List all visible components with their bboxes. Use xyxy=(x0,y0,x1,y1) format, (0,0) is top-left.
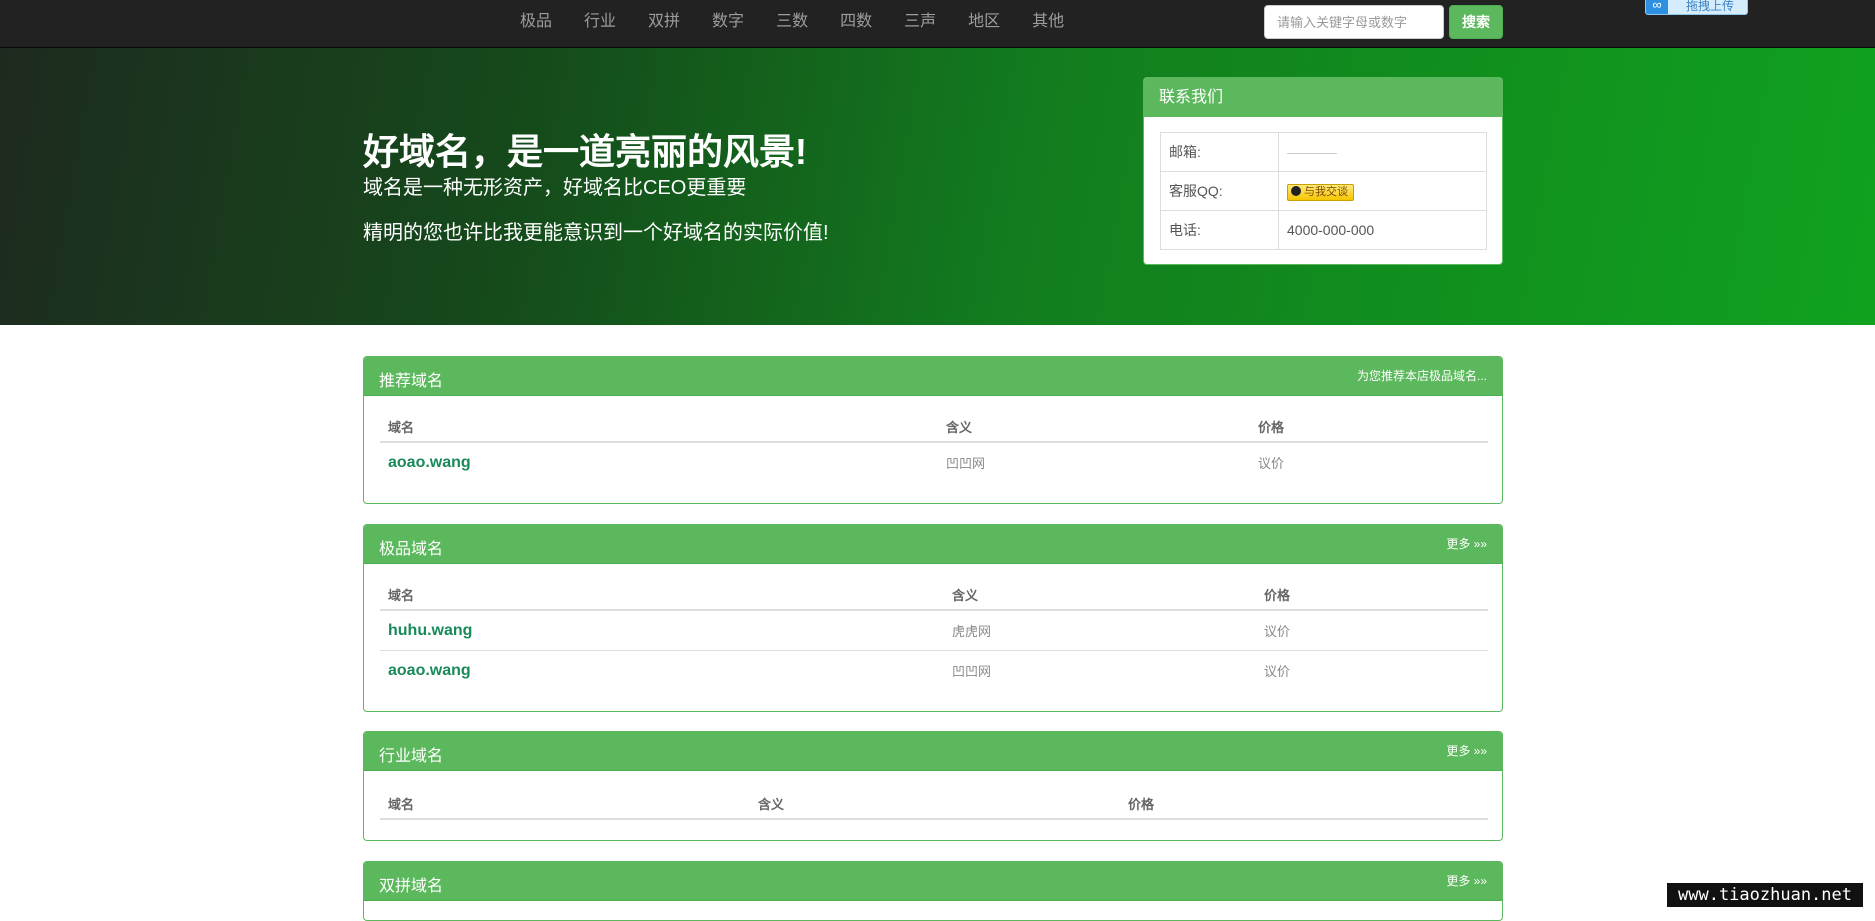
infinity-icon: ∞ xyxy=(1646,0,1668,14)
meaning-cell: 凹凹网 xyxy=(952,664,992,679)
table-row: huhu.wang 虎虎网 议价 xyxy=(380,610,1488,651)
nav-link-sishu[interactable]: 四数 xyxy=(824,0,888,47)
domain-table: 域名 含义 价格 huhu.wang 虎虎网 议价 aoao.wang 凹凹网 … xyxy=(380,579,1488,690)
table-row: aoao.wang 凹凹网 议价 xyxy=(380,651,1488,691)
qq-label: 客服QQ: xyxy=(1160,171,1279,211)
domain-table: 域名 含义 价格 xyxy=(380,788,1488,820)
email-value[interactable] xyxy=(1278,132,1487,172)
double-pinyin-domains-panel: 双拼域名 更多 »» xyxy=(363,861,1503,921)
col-header-domain: 域名 xyxy=(380,788,750,820)
hero-tagline: 精明的您也许比我更能意识到一个好域名的实际价值! xyxy=(363,222,829,244)
nav-link-shuzi[interactable]: 数字 xyxy=(696,0,760,47)
qq-chat-label: 与我交谈 xyxy=(1304,185,1348,198)
panel-more-link[interactable]: 更多 »» xyxy=(1446,742,1487,759)
col-header-price: 价格 xyxy=(1256,579,1488,611)
table-header-row: 域名 含义 价格 xyxy=(380,411,1488,443)
email-label: 邮箱: xyxy=(1160,132,1279,172)
recommended-domains-panel: 推荐域名 为您推荐本店极品域名... 域名 含义 价格 aoao.wang 凹凹… xyxy=(363,356,1503,504)
panel-header: 推荐域名 为您推荐本店极品域名... xyxy=(364,357,1502,396)
panel-more-link[interactable]: 更多 »» xyxy=(1446,872,1487,889)
panel-title: 双拼域名 xyxy=(379,878,444,895)
price-cell: 议价 xyxy=(1264,664,1291,679)
top-navbar: 极品 行业 双拼 数字 三数 四数 三声 地区 其他 搜索 ∞ 拖拽上传 xyxy=(0,0,1875,48)
search-input[interactable] xyxy=(1264,5,1444,39)
hero-subtitle: 域名是一种无形资产，好域名比CEO更重要 xyxy=(363,177,747,199)
price-cell: 议价 xyxy=(1256,610,1488,651)
premium-domains-panel: 极品域名 更多 »» 域名 含义 价格 huhu.wang 虎虎网 议价 aoa… xyxy=(363,524,1503,712)
panel-more-link[interactable]: 为您推荐本店极品域名... xyxy=(1357,367,1487,384)
col-header-price: 价格 xyxy=(1120,788,1488,820)
domain-link[interactable]: aoao.wang xyxy=(388,454,471,471)
panel-header: 双拼域名 更多 »» xyxy=(364,862,1502,901)
phone-label: 电话: xyxy=(1160,210,1279,250)
contact-table: 邮箱: 客服QQ: 与我交谈 电话: 4000-000-000 xyxy=(1160,132,1487,250)
nav-links: 极品 行业 双拼 数字 三数 四数 三声 地区 其他 xyxy=(504,0,1080,47)
contact-row-email: 邮箱: xyxy=(1160,132,1487,172)
col-header-price: 价格 xyxy=(1250,411,1488,443)
nav-link-sansheng[interactable]: 三声 xyxy=(888,0,952,47)
nav-link-sanshu[interactable]: 三数 xyxy=(760,0,824,47)
domain-cell: aoao.wang xyxy=(380,442,938,482)
col-header-meaning: 含义 xyxy=(944,579,1256,611)
nav-link-shuangpin[interactable]: 双拼 xyxy=(632,0,696,47)
panel-title: 极品域名 xyxy=(379,541,444,558)
contact-row-qq: 客服QQ: 与我交谈 xyxy=(1160,171,1487,211)
qq-chat-button[interactable]: 与我交谈 xyxy=(1287,183,1354,201)
col-header-meaning: 含义 xyxy=(938,411,1250,443)
phone-value: 4000-000-000 xyxy=(1278,210,1487,250)
domain-cell: huhu.wang xyxy=(380,610,944,651)
domain-link[interactable]: aoao.wang xyxy=(388,662,471,679)
col-header-domain: 域名 xyxy=(380,579,944,611)
nav-link-qita[interactable]: 其他 xyxy=(1016,0,1080,47)
col-header-domain: 域名 xyxy=(380,411,938,443)
qq-penguin-icon xyxy=(1291,185,1301,196)
site-watermark: www.tiaozhuan.net xyxy=(1667,883,1863,907)
table-header-row: 域名 含义 价格 xyxy=(380,579,1488,611)
contact-panel-title: 联系我们 xyxy=(1144,78,1502,117)
col-header-meaning: 含义 xyxy=(750,788,1120,820)
hero-title: 好域名，是一道亮丽的风景! xyxy=(363,131,807,172)
domain-link[interactable]: huhu.wang xyxy=(388,622,472,639)
panel-header: 行业域名 更多 »» xyxy=(364,732,1502,771)
search-button[interactable]: 搜索 xyxy=(1449,5,1503,39)
panel-title: 推荐域名 xyxy=(379,373,444,390)
industry-domains-panel: 行业域名 更多 »» 域名 含义 价格 xyxy=(363,731,1503,841)
drag-upload-label: 拖拽上传 xyxy=(1686,0,1735,13)
nav-link-diqu[interactable]: 地区 xyxy=(952,0,1016,47)
nav-link-jipin[interactable]: 极品 xyxy=(504,0,568,47)
drag-upload-badge[interactable]: ∞ 拖拽上传 xyxy=(1645,0,1748,15)
hero-banner: 好域名，是一道亮丽的风景! 域名是一种无形资产，好域名比CEO更重要 精明的您也… xyxy=(0,48,1875,325)
table-row: aoao.wang 凹凹网 议价 xyxy=(380,442,1488,482)
nav-link-hangye[interactable]: 行业 xyxy=(568,0,632,47)
panel-header: 极品域名 更多 »» xyxy=(364,525,1502,564)
contact-panel: 联系我们 邮箱: 客服QQ: 与我交谈 电话: 4000-000-000 xyxy=(1143,77,1503,265)
panel-title: 行业域名 xyxy=(379,748,444,765)
panel-more-link[interactable]: 更多 »» xyxy=(1446,535,1487,552)
contact-row-phone: 电话: 4000-000-000 xyxy=(1160,210,1487,250)
email-redacted xyxy=(1287,152,1337,154)
search-form: 搜索 xyxy=(1264,5,1503,39)
qq-value: 与我交谈 xyxy=(1278,171,1487,211)
price-cell: 议价 xyxy=(1258,456,1285,471)
domain-table: 域名 含义 价格 aoao.wang 凹凹网 议价 xyxy=(380,411,1488,482)
meaning-cell: 虎虎网 xyxy=(944,610,1256,651)
meaning-cell: 凹凹网 xyxy=(946,456,986,471)
domain-cell: aoao.wang xyxy=(380,651,944,691)
table-header-row: 域名 含义 价格 xyxy=(380,788,1488,820)
